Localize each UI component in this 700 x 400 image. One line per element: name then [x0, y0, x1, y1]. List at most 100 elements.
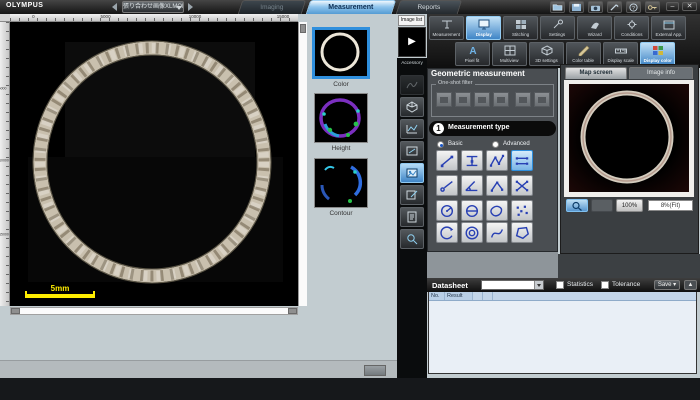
- datasheet-select[interactable]: [481, 280, 544, 290]
- accessory-image-display-button[interactable]: [400, 163, 424, 183]
- ribbon-wizard-button[interactable]: Wizard: [577, 16, 612, 40]
- key-icon[interactable]: [645, 1, 660, 13]
- panel-title: Geometric measurement: [431, 69, 525, 78]
- vertical-scrollbar[interactable]: [298, 22, 307, 306]
- map-zoom-fit-value[interactable]: 8%(Fit): [648, 200, 693, 211]
- one-shot-filter-button[interactable]: [493, 92, 509, 107]
- one-shot-filter-button[interactable]: [436, 92, 452, 107]
- accessory-annotation-button[interactable]: [400, 141, 424, 161]
- tool-line[interactable]: [436, 150, 458, 171]
- svg-text:?: ?: [632, 5, 635, 11]
- radio-advanced[interactable]: [492, 141, 499, 148]
- tool-point-count[interactable]: [511, 200, 533, 221]
- camera-icon[interactable]: [588, 1, 603, 13]
- image-document-tab-label: 張り合わせ画像XLMOB: [123, 4, 184, 10]
- thumbnail-color[interactable]: [312, 27, 370, 79]
- ribbon-3d-settings-button[interactable]: 3D settings: [529, 42, 564, 66]
- radio-basic-label: Basic: [448, 141, 463, 147]
- ribbon-conditions-button[interactable]: Conditions: [614, 16, 649, 40]
- collapse-panel-button[interactable]: ▲: [684, 280, 697, 290]
- ribbon-external-app-button[interactable]: External App.: [651, 16, 686, 40]
- map-zoom-100-button[interactable]: 100%: [616, 199, 643, 212]
- accessory-3d-measure-button[interactable]: [400, 75, 424, 95]
- minimize-button[interactable]: –: [666, 2, 679, 11]
- next-image-arrow-icon[interactable]: [188, 3, 193, 11]
- tool-concentric-circles[interactable]: [461, 222, 483, 243]
- save-button[interactable]: Save ▾: [654, 280, 680, 290]
- statistics-checkbox[interactable]: [556, 281, 564, 289]
- ribbon-multiview-button[interactable]: Multiview: [492, 42, 527, 66]
- scrollbar-handle[interactable]: [288, 308, 297, 314]
- accessory-edit-button[interactable]: [400, 185, 424, 205]
- image-document-tab[interactable]: 張り合わせ画像XLMOB: [122, 1, 184, 13]
- column-no[interactable]: No.: [429, 292, 445, 300]
- tool-polygon[interactable]: [511, 222, 533, 243]
- one-shot-filter-button[interactable]: [474, 92, 490, 107]
- titlebar: OLYMPUS 張り合わせ画像XLMOB Imaging Measurement…: [0, 0, 700, 14]
- tool-angle-4-point[interactable]: [511, 175, 533, 196]
- accessory-zoom-button[interactable]: [400, 229, 424, 249]
- chevron-down-icon[interactable]: [176, 6, 182, 10]
- tool-closed-curve[interactable]: [486, 200, 508, 221]
- ribbon-display-scale-button[interactable]: Display scale: [603, 42, 638, 66]
- thumbnail-height-label: Height: [311, 145, 371, 152]
- tool-parallel-lines[interactable]: [511, 150, 533, 171]
- ribbon-measurement-button[interactable]: Measurement: [429, 16, 464, 40]
- tool-angle[interactable]: [461, 175, 483, 196]
- image-list-button[interactable]: Image list: [398, 15, 425, 26]
- tool-circle-radius[interactable]: [436, 200, 458, 221]
- accessory-label: Accessory: [399, 60, 425, 65]
- chevron-down-icon[interactable]: [534, 281, 543, 289]
- thumbnail-contour-label: Contour: [311, 210, 371, 217]
- tool-circle-diameter[interactable]: [461, 200, 483, 221]
- ribbon-settings-button[interactable]: Settings: [540, 16, 575, 40]
- panel-spacer: [427, 252, 558, 278]
- column-result[interactable]: Result: [445, 292, 473, 300]
- tool-open-curve[interactable]: [486, 222, 508, 243]
- viewer-bottom-strip: [0, 360, 397, 378]
- scrollbar-handle[interactable]: [300, 24, 306, 33]
- save-icon[interactable]: [569, 1, 584, 13]
- tools-icon[interactable]: [607, 1, 622, 13]
- image-canvas[interactable]: 5mm: [10, 22, 298, 306]
- radio-basic[interactable]: [437, 141, 444, 148]
- ribbon-display-color-button[interactable]: Display color: [640, 42, 675, 66]
- thumbnail-height[interactable]: [314, 93, 368, 143]
- help-icon[interactable]: ?: [626, 1, 641, 13]
- tab-reports[interactable]: Reports: [396, 0, 463, 14]
- accessory-3d-view-button[interactable]: [400, 97, 424, 117]
- tool-point-to-line[interactable]: [436, 175, 458, 196]
- ribbon-color-table-button[interactable]: Color table: [566, 42, 601, 66]
- tab-image-info[interactable]: Image info: [629, 67, 693, 79]
- close-button[interactable]: ✕: [682, 2, 697, 11]
- ribbon-pixel-fit-button[interactable]: APixel fit: [455, 42, 490, 66]
- tab-measurement[interactable]: Measurement: [306, 0, 397, 14]
- image-list-expand-button[interactable]: ▶: [398, 27, 426, 57]
- ribbon-stitching-button[interactable]: Stitching: [503, 16, 538, 40]
- tool-arc[interactable]: [436, 222, 458, 243]
- viewer-options-button[interactable]: [364, 365, 386, 376]
- prev-image-arrow-icon[interactable]: [112, 3, 117, 11]
- map-pan-button[interactable]: [591, 199, 613, 212]
- tool-angle-3-point[interactable]: [486, 175, 508, 196]
- accessory-report-button[interactable]: [400, 207, 424, 227]
- tab-imaging[interactable]: Imaging: [238, 0, 307, 14]
- radio-advanced-label: Advanced: [503, 141, 530, 147]
- horizontal-scrollbar[interactable]: [10, 307, 298, 315]
- one-shot-filter-button[interactable]: [515, 92, 531, 107]
- thumbnail-contour[interactable]: [314, 158, 368, 208]
- tool-polyline[interactable]: [486, 150, 508, 171]
- tolerance-checkbox[interactable]: [601, 281, 609, 289]
- tool-parallel-constraint[interactable]: [461, 150, 483, 171]
- tab-map-screen[interactable]: Map screen: [565, 67, 627, 79]
- accessory-profile-button[interactable]: [400, 119, 424, 139]
- scrollbar-handle[interactable]: [11, 308, 20, 314]
- ribbon-display-button[interactable]: Display: [466, 16, 501, 40]
- measurement-type-title: Measurement type: [448, 124, 509, 131]
- map-thumbnail-image[interactable]: [569, 84, 689, 192]
- one-shot-filter-button[interactable]: [534, 92, 550, 107]
- open-folder-icon[interactable]: [550, 1, 565, 13]
- one-shot-filter-button[interactable]: [455, 92, 471, 107]
- map-zoom-button[interactable]: [566, 199, 588, 212]
- step-number-badge: 1: [433, 123, 444, 134]
